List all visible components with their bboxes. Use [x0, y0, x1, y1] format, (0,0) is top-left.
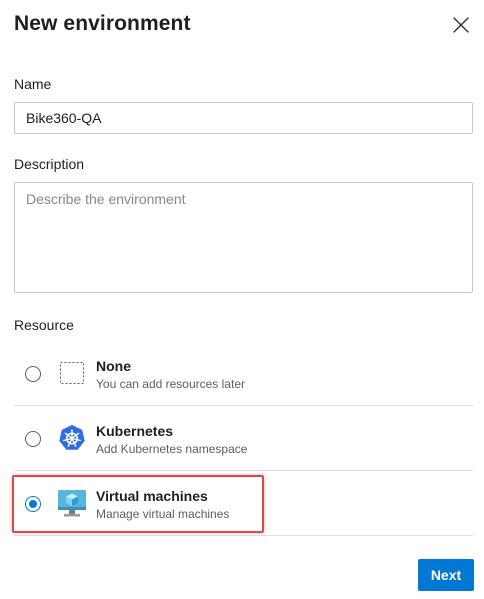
- resource-option-kubernetes[interactable]: Kubernetes Add Kubernetes namespace: [14, 406, 473, 471]
- radio-virtual-machines[interactable]: [25, 496, 41, 512]
- radio-kubernetes[interactable]: [25, 431, 41, 447]
- dialog-title: New environment: [14, 12, 191, 35]
- resource-options: None You can add resources later Kuberne…: [14, 341, 473, 536]
- resource-title-virtual-machines: Virtual machines: [96, 488, 208, 504]
- name-label: Name: [14, 76, 52, 92]
- radio-none[interactable]: [25, 366, 41, 382]
- resource-subtitle-none: You can add resources later: [96, 377, 245, 391]
- name-input[interactable]: [14, 102, 473, 134]
- description-input[interactable]: [14, 182, 473, 293]
- close-icon: [453, 17, 469, 33]
- resource-title-none: None: [96, 358, 131, 374]
- resource-option-virtual-machines[interactable]: Virtual machines Manage virtual machines: [14, 471, 473, 536]
- virtual-machine-icon: [58, 490, 86, 517]
- description-label: Description: [14, 156, 85, 172]
- kubernetes-icon: [59, 425, 85, 450]
- resource-label: Resource: [14, 317, 74, 333]
- new-environment-dialog: New environment Name Description Resourc…: [0, 0, 484, 599]
- resource-title-kubernetes: Kubernetes: [96, 423, 174, 439]
- resource-option-none[interactable]: None You can add resources later: [14, 341, 473, 406]
- resource-subtitle-virtual-machines: Manage virtual machines: [96, 507, 230, 521]
- close-button[interactable]: [448, 12, 474, 38]
- resource-subtitle-kubernetes: Add Kubernetes namespace: [96, 442, 248, 456]
- next-button[interactable]: Next: [418, 559, 474, 591]
- dashed-square-icon: [60, 362, 84, 384]
